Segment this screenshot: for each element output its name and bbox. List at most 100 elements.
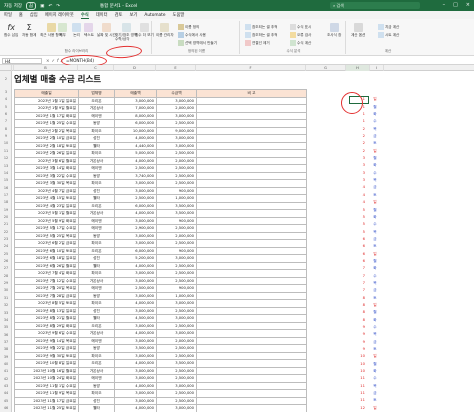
row-number[interactable]: 17 <box>0 193 12 197</box>
cell-sales-date[interactable]: 2023년 10월 24일 화요일 <box>14 374 79 383</box>
row-number[interactable]: 36 <box>0 333 12 337</box>
weekday-cell[interactable]: 화 <box>370 317 380 324</box>
cell-company[interactable]: 가온상사 <box>78 276 115 285</box>
cell-company[interactable]: 동방 <box>78 291 115 300</box>
weekday-cell[interactable]: 금 <box>370 287 380 294</box>
cell-sales-date[interactable]: 2023년 5월 1일 월요일 <box>14 209 79 218</box>
cell-company[interactable]: 가온상사 <box>78 209 115 218</box>
cell-company[interactable]: 동방 <box>78 231 115 240</box>
row-number[interactable]: 13 <box>0 164 12 168</box>
cell-company[interactable]: 가온상사 <box>78 329 115 338</box>
cell-sales-date[interactable]: 2023년 4월 23일 일요일 <box>14 201 79 210</box>
cell-company[interactable]: 파이오 <box>78 269 115 278</box>
cell-memo[interactable] <box>196 201 307 210</box>
month-cell[interactable]: 11 <box>349 390 367 397</box>
cell-sales-date[interactable]: 2023년 3월 6일 월요일 <box>14 156 79 165</box>
cell-collected-amount[interactable]: 2,500,000 <box>156 261 197 270</box>
cell-memo[interactable] <box>196 261 307 270</box>
weekday-cell[interactable]: 수 <box>370 170 380 177</box>
cell-company[interactable]: 파이오 <box>78 179 115 188</box>
weekday-cell[interactable]: 일 <box>370 302 380 309</box>
row-number[interactable]: 43 <box>0 384 12 388</box>
cell-sales-date[interactable]: 2023년 11월 17일 금요일 <box>14 396 79 405</box>
cell-memo[interactable] <box>196 344 307 353</box>
cell-memo[interactable] <box>196 186 307 195</box>
weekday-cell-header[interactable] <box>370 89 380 96</box>
cell-sales-amount[interactable]: 3,000,000 <box>114 396 157 405</box>
cell-sales-date[interactable]: 2023년 5월 25일 목요일 <box>14 231 79 240</box>
minimize-icon[interactable]: – <box>443 2 446 8</box>
header-memo[interactable]: 비 고 <box>196 89 307 98</box>
cell-sales-amount[interactable]: 3,000,000 <box>114 351 157 360</box>
cell-memo[interactable] <box>196 141 307 150</box>
header-collected-amount[interactable]: 수금액 <box>156 89 197 98</box>
watch-window-button[interactable]: 조사식 창 <box>327 23 341 38</box>
financial-button[interactable]: 재무 <box>58 23 67 38</box>
cell-company[interactable]: 오리온 <box>78 246 115 255</box>
cell-collected-amount[interactable]: 3,000,000 <box>156 134 197 143</box>
row-number[interactable]: 46 <box>0 406 12 410</box>
weekday-cell[interactable]: 목 <box>370 331 380 338</box>
row-number[interactable]: 19 <box>0 208 12 212</box>
error-checking-button[interactable]: 오류 검사 <box>290 32 311 38</box>
cell-collected-amount[interactable]: 2,500,000 <box>156 119 197 128</box>
cell-company[interactable]: 성진 <box>78 134 115 143</box>
cell-sales-amount[interactable]: 3,000,000 <box>114 186 157 195</box>
cell-sales-amount[interactable]: 6,000,000 <box>114 119 157 128</box>
menu-tab-4[interactable]: 수식 <box>80 12 89 19</box>
cell-collected-amount[interactable]: 1,000,000 <box>156 291 197 300</box>
cell-memo[interactable] <box>196 254 307 263</box>
cell-sales-date[interactable]: 2023년 3월 14일 화요일 <box>14 164 79 173</box>
cell-memo[interactable] <box>196 359 307 368</box>
cell-sales-date[interactable]: 2023년 1월 1일 일요일 <box>14 96 79 105</box>
cell-sales-date[interactable]: 2023년 6월 10일 토요일 <box>14 246 79 255</box>
cell-memo[interactable] <box>196 239 307 248</box>
cell-collected-amount[interactable]: 900,000 <box>156 284 197 293</box>
cell-memo[interactable] <box>196 389 307 398</box>
cell-collected-amount[interactable]: 9,000,000 <box>156 126 197 135</box>
cell-collected-amount[interactable]: 2,500,000 <box>156 269 197 278</box>
cell-company[interactable]: 파이오 <box>78 299 115 308</box>
cell-company[interactable]: 파이오 <box>78 149 115 158</box>
month-cell[interactable]: 11 <box>349 383 367 390</box>
redo-icon[interactable]: ↷ <box>56 4 60 9</box>
cell-company[interactable]: 동방 <box>78 171 115 180</box>
cell-company[interactable]: 웰타 <box>78 261 115 270</box>
row-number[interactable]: 15 <box>0 178 12 182</box>
month-cell[interactable]: 6 <box>349 236 367 243</box>
cell-sales-amount[interactable]: 4,000,000 <box>114 156 157 165</box>
cell-memo[interactable] <box>196 134 307 143</box>
menu-tab-0[interactable]: 파일 <box>4 12 12 18</box>
cell-sales-amount[interactable]: 3,000,000 <box>114 216 157 225</box>
weekday-cell[interactable]: 월 <box>370 361 380 368</box>
row-number[interactable]: 40 <box>0 362 12 366</box>
cell-sales-date[interactable]: 2023년 11월 25일 토요일 <box>14 404 79 412</box>
cell-sales-date[interactable]: 2023년 11월 9일 목요일 <box>14 389 79 398</box>
row-number[interactable]: 33 <box>0 311 12 315</box>
weekday-cell[interactable]: 월 <box>370 155 380 162</box>
cell-collected-amount[interactable]: 2,500,000 <box>156 276 197 285</box>
month-cell[interactable]: 11 <box>349 375 367 382</box>
cell-sales-date[interactable]: 2023년 9월 22일 금요일 <box>14 344 79 353</box>
cell-sales-amount[interactable]: 2,500,000 <box>114 194 157 203</box>
cell-sales-date[interactable]: 2023년 2월 2일 목요일 <box>14 126 79 135</box>
cell-sales-date[interactable]: 2023년 1월 9일 월요일 <box>14 104 79 113</box>
cell-sales-amount[interactable]: 8,000,000 <box>114 111 157 120</box>
cell-collected-amount[interactable]: 3,000,000 <box>156 314 197 323</box>
cell-memo[interactable] <box>196 299 307 308</box>
month-cell[interactable]: 9 <box>349 331 367 338</box>
cell-sales-amount[interactable]: 3,740,000 <box>114 171 157 180</box>
weekday-cell[interactable]: 일 <box>370 148 380 155</box>
row-number[interactable]: 42 <box>0 377 12 381</box>
menu-tab-7[interactable]: 보기 <box>129 12 137 18</box>
weekday-cell[interactable]: 토 <box>370 192 380 199</box>
formula-input[interactable]: =MONTH(B4) <box>66 58 466 64</box>
cell-company[interactable]: 동방 <box>78 119 115 128</box>
month-cell[interactable]: 2 <box>349 148 367 155</box>
cell-memo[interactable] <box>196 111 307 120</box>
name-manager-button[interactable]: 이름 관리자 <box>156 23 174 38</box>
cell-collected-amount[interactable]: 2,500,000 <box>156 344 197 353</box>
cell-sales-date[interactable]: 2023년 2월 26일 일요일 <box>14 149 79 158</box>
cell-sales-amount[interactable]: 4,500,000 <box>114 314 157 323</box>
row-number[interactable]: 23 <box>0 237 12 241</box>
